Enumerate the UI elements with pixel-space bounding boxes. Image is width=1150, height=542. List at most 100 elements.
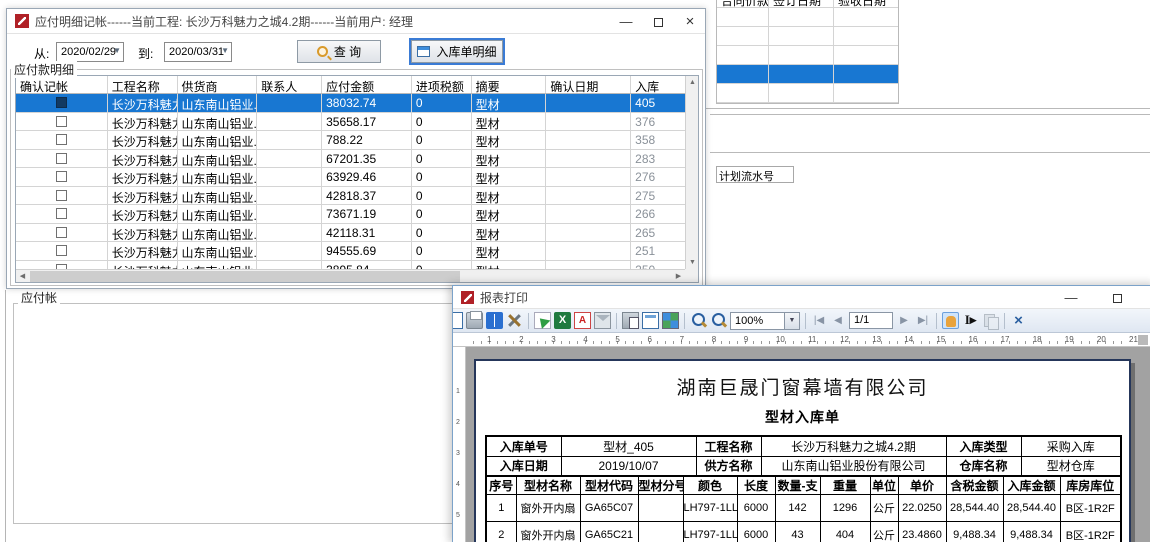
confirm-checkbox[interactable]: [56, 208, 67, 219]
confirm-checkbox[interactable]: [56, 116, 67, 127]
maximize-button[interactable]: [1102, 286, 1132, 309]
ruler-number: 8: [712, 335, 716, 344]
payable-row[interactable]: 长沙万科魅力...山东南山铝业...63929.460型材276: [16, 168, 685, 187]
first-page-icon[interactable]: |◀: [811, 315, 827, 326]
page-number-input[interactable]: 1/1: [849, 312, 893, 329]
supplier-cell: 山东南山铝业...: [178, 205, 258, 223]
payable-row[interactable]: 长沙万科魅力山东南山铝业3895.840型材250: [16, 261, 685, 270]
query-button[interactable]: 查 询: [297, 40, 381, 63]
last-page-icon[interactable]: ▶|: [915, 315, 931, 326]
background-row[interactable]: [717, 27, 898, 46]
payable-row[interactable]: 长沙万科魅力...山东南山铝业...788.220型材358: [16, 131, 685, 150]
from-date-combobox[interactable]: 2020/02/29 ▼: [56, 42, 124, 62]
to-date-combobox[interactable]: 2020/03/31 ▼: [164, 42, 232, 62]
confirm-cell: [16, 261, 108, 270]
text-select-icon[interactable]: I▸: [962, 312, 979, 329]
background-row[interactable]: [717, 65, 898, 84]
vertical-scrollbar[interactable]: ▲ ▼: [685, 76, 698, 269]
minimize-button[interactable]: —: [611, 9, 641, 34]
chevron-down-icon[interactable]: ▼: [113, 46, 121, 55]
horizontal-scrollbar[interactable]: ◀ ▶: [16, 269, 685, 282]
to-date-value: 2020/03/31: [169, 46, 224, 58]
cell: [834, 46, 898, 64]
contact-cell: [257, 242, 322, 260]
detail-cell: B区-1R2F: [1060, 495, 1121, 522]
payable-row[interactable]: 长沙万科魅力...山东南山铝业...38032.740型材405: [16, 94, 685, 113]
confirm-checkbox[interactable]: [56, 245, 67, 256]
mail-icon[interactable]: [594, 312, 611, 329]
project-cell: 长沙万科魅力...: [108, 242, 178, 260]
single-page-icon[interactable]: [642, 312, 659, 329]
design-icon[interactable]: [453, 312, 463, 329]
confirm-cell: [16, 187, 108, 205]
payable-row[interactable]: 长沙万科魅力...山东南山铝业...67201.350型材283: [16, 150, 685, 169]
tax-cell: 0: [412, 205, 472, 223]
inbound-no-cell: 266: [631, 205, 685, 223]
payable-row[interactable]: 长沙万科魅力...山东南山铝业...73671.190型材266: [16, 205, 685, 224]
confirm-checkbox[interactable]: [56, 153, 67, 164]
scrollbar-thumb[interactable]: [30, 271, 460, 282]
payable-row[interactable]: 长沙万科魅力...山东南山铝业...94555.690型材251: [16, 242, 685, 261]
detail-column-header: 序号: [486, 476, 516, 495]
ruler-number: 4: [456, 481, 460, 488]
maximize-button[interactable]: [643, 9, 673, 34]
minimize-button[interactable]: —: [1056, 286, 1086, 309]
confirm-checkbox[interactable]: [56, 227, 67, 238]
zoom-in-icon[interactable]: [690, 312, 707, 329]
horizontal-ruler: 123456789101112131415161718192021: [453, 333, 1150, 347]
payable-row[interactable]: 长沙万科魅力...山东南山铝业...42118.310型材265: [16, 224, 685, 243]
app-icon: [461, 291, 474, 304]
zoom-out-icon[interactable]: [710, 312, 727, 329]
detail-column-header: 颜色: [683, 476, 737, 495]
background-row[interactable]: [717, 46, 898, 65]
supplier-cell: 山东南山铝业...: [178, 113, 258, 131]
payable-row[interactable]: 长沙万科魅力...山东南山铝业...35658.170型材376: [16, 113, 685, 132]
inbound-no-cell: 276: [631, 168, 685, 186]
chevron-down-icon[interactable]: ▼: [221, 46, 229, 55]
print-icon[interactable]: [466, 312, 483, 329]
print-setup-icon[interactable]: [622, 312, 639, 329]
toolbar-separator: [936, 313, 937, 329]
scroll-right-icon[interactable]: ▶: [672, 270, 685, 283]
close-button[interactable]: ×: [675, 9, 705, 34]
multi-page-icon[interactable]: [662, 312, 679, 329]
column-header: 供货商: [178, 76, 258, 93]
titlebar[interactable]: 应付明细记帐------当前工程: 长沙万科魅力之城4.2期------当前用户…: [7, 9, 705, 34]
confirm-checkbox[interactable]: [56, 97, 67, 108]
pdf-icon[interactable]: A: [574, 312, 591, 329]
inbound-detail-button[interactable]: 入库单明细: [411, 40, 503, 63]
background-window-fragment: 合同价款 签订日期 验收日期 计划流水号: [700, 0, 1150, 290]
contact-cell: [257, 168, 322, 186]
scroll-up-icon[interactable]: ▲: [686, 76, 699, 89]
wrench-icon[interactable]: [506, 312, 523, 329]
scrollbar-corner: [685, 269, 698, 282]
prev-page-icon[interactable]: ◀: [830, 315, 846, 326]
next-page-icon[interactable]: ▶: [896, 315, 912, 326]
payable-row[interactable]: 长沙万科魅力...山东南山铝业...42818.370型材275: [16, 187, 685, 206]
excel-icon[interactable]: X: [554, 312, 571, 329]
close-button[interactable]: ×: [1142, 286, 1150, 309]
info-label: 入库日期: [486, 456, 561, 476]
chevron-down-icon[interactable]: ▼: [784, 313, 799, 329]
copy-icon[interactable]: [982, 312, 999, 329]
detail-cell: 1296: [820, 495, 870, 522]
confirm-checkbox[interactable]: [56, 134, 67, 145]
book-icon[interactable]: [486, 312, 503, 329]
background-row[interactable]: [717, 8, 898, 27]
ruler-number: 18: [1033, 335, 1042, 344]
titlebar[interactable]: 报表打印 — ×: [453, 286, 1150, 309]
zoom-level-combobox[interactable]: 100%▼: [730, 312, 800, 330]
detail-cell: 404: [820, 522, 870, 542]
scroll-left-icon[interactable]: ◀: [16, 270, 29, 283]
supplier-cell: 山东南山铝业...: [178, 187, 258, 205]
inbound-no-cell: 405: [631, 94, 685, 112]
scroll-down-icon[interactable]: ▼: [686, 256, 699, 269]
confirm-checkbox[interactable]: [56, 171, 67, 182]
preview-canvas[interactable]: 123456 湖南巨晟门窗幕墙有限公司 型材入库单 入库单号型材_405工程名称…: [453, 347, 1150, 542]
background-row[interactable]: [717, 84, 898, 103]
project-cell: 长沙万科魅力: [108, 261, 178, 270]
hand-icon[interactable]: [942, 312, 959, 329]
confirm-checkbox[interactable]: [56, 190, 67, 201]
close-icon[interactable]: ×: [1010, 312, 1027, 329]
export-icon[interactable]: [534, 312, 551, 329]
